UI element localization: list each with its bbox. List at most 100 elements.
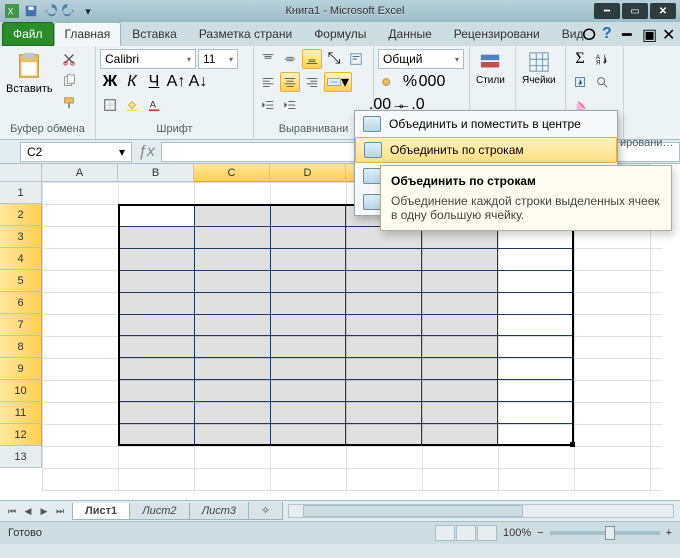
tab-review[interactable]: Рецензировани xyxy=(443,22,551,46)
paste-label: Вставить xyxy=(6,83,53,95)
save-icon[interactable] xyxy=(23,3,39,19)
number-format-combo[interactable]: Общий▾ xyxy=(378,49,464,69)
fill-color-icon[interactable] xyxy=(122,95,142,115)
view-buttons[interactable] xyxy=(435,525,497,541)
sheet-tab[interactable]: Лист1 xyxy=(72,503,130,520)
increase-indent-icon[interactable] xyxy=(280,95,300,115)
sheet-tab-bar: ⏮ ◀ ▶ ⏭ Лист1 Лист2 Лист3 ✧ xyxy=(0,500,680,522)
zoom-pct[interactable]: 100% xyxy=(503,527,531,539)
merge-and-center-item[interactable]: Объединить и поместить в центре xyxy=(355,111,617,137)
tooltip: Объединить по строкам Объединение каждой… xyxy=(380,165,672,231)
active-cell[interactable] xyxy=(118,204,194,226)
font-name-combo[interactable]: Calibri▾ xyxy=(100,49,196,69)
row-header[interactable]: 11 xyxy=(0,402,42,424)
sort-filter-icon[interactable]: AЯ xyxy=(592,49,612,69)
col-header[interactable]: A xyxy=(42,164,118,182)
align-top-icon[interactable] xyxy=(258,49,278,69)
row-header[interactable]: 7 xyxy=(0,314,42,336)
qat-customize-icon[interactable]: ▾ xyxy=(80,3,96,19)
col-header[interactable]: D xyxy=(270,164,346,182)
row-header[interactable]: 13 xyxy=(0,446,42,468)
minimize-ribbon-icon[interactable]: ⵔ xyxy=(582,25,596,39)
row-header[interactable]: 4 xyxy=(0,248,42,270)
decrease-indent-icon[interactable] xyxy=(258,95,278,115)
merge-across-icon xyxy=(364,142,382,158)
ribbon-tabs: Файл Главная Вставка Разметка страни Фор… xyxy=(0,22,680,46)
normal-view-icon xyxy=(435,525,455,541)
row-header[interactable]: 2 xyxy=(0,204,42,226)
sheet-tab[interactable]: Лист2 xyxy=(129,503,189,520)
select-all-triangle[interactable] xyxy=(0,164,42,182)
group-alignment-label: Выравнивани xyxy=(258,123,369,139)
align-bottom-icon[interactable] xyxy=(302,49,322,69)
font-color-icon[interactable]: A xyxy=(144,95,164,115)
svg-text:Я: Я xyxy=(596,59,600,66)
window-buttons: ━ ▭ ✕ xyxy=(594,3,676,19)
zoom-in-icon[interactable]: + xyxy=(666,527,672,539)
grow-font-icon[interactable]: A↑ xyxy=(166,72,186,92)
merge-across-item[interactable]: Объединить по строкам xyxy=(355,137,617,163)
font-size-combo[interactable]: 11▾ xyxy=(198,49,238,69)
child-minimize-icon[interactable]: ━ xyxy=(622,25,636,39)
group-font: Calibri▾ 11▾ Ж К Ч A↑ A↓ A Шрифт xyxy=(96,46,254,139)
tab-insert[interactable]: Вставка xyxy=(121,22,188,46)
shrink-font-icon[interactable]: A↓ xyxy=(188,72,208,92)
row-header[interactable]: 5 xyxy=(0,270,42,292)
format-painter-icon[interactable] xyxy=(59,93,79,113)
horizontal-scrollbar[interactable] xyxy=(288,504,674,518)
sheet-tab[interactable]: Лист3 xyxy=(189,503,249,520)
tab-home[interactable]: Главная xyxy=(54,22,122,46)
col-header[interactable]: C xyxy=(194,164,270,182)
find-select-icon[interactable] xyxy=(592,72,612,92)
child-restore-icon[interactable]: ▣ xyxy=(642,25,656,39)
align-left-icon[interactable] xyxy=(258,72,278,92)
fx-button[interactable]: ƒx xyxy=(138,143,155,161)
group-clipboard: Вставить Буфер обмена xyxy=(0,46,96,139)
italic-button[interactable]: К xyxy=(122,72,142,92)
row-header[interactable]: 3 xyxy=(0,226,42,248)
merge-center-button[interactable]: ▾ xyxy=(324,72,352,92)
child-close-icon[interactable]: ✕ xyxy=(662,25,676,39)
row-header[interactable]: 9 xyxy=(0,358,42,380)
percent-icon[interactable]: % xyxy=(400,72,420,92)
orientation-icon[interactable]: ⤡ xyxy=(324,49,344,69)
close-button[interactable]: ✕ xyxy=(650,3,676,19)
cut-icon[interactable] xyxy=(59,49,79,69)
fill-icon[interactable] xyxy=(570,72,590,92)
comma-style-icon[interactable]: 000 xyxy=(422,72,442,92)
paste-button[interactable]: Вставить xyxy=(4,49,55,123)
undo-icon[interactable] xyxy=(42,3,58,19)
tab-file[interactable]: Файл xyxy=(2,22,54,46)
row-header[interactable]: 10 xyxy=(0,380,42,402)
row-header[interactable]: 8 xyxy=(0,336,42,358)
row-header[interactable]: 6 xyxy=(0,292,42,314)
tab-data[interactable]: Данные xyxy=(377,22,442,46)
autosum-icon[interactable]: Σ xyxy=(570,49,590,69)
redo-icon[interactable] xyxy=(61,3,77,19)
bold-button[interactable]: Ж xyxy=(100,72,120,92)
excel-app-icon[interactable]: X xyxy=(4,3,20,19)
copy-icon[interactable] xyxy=(59,71,79,91)
align-center-icon[interactable] xyxy=(280,72,300,92)
tab-page-layout[interactable]: Разметка страни xyxy=(188,22,303,46)
zoom-out-icon[interactable]: − xyxy=(537,527,543,539)
zoom-slider[interactable] xyxy=(550,531,660,535)
minimize-button[interactable]: ━ xyxy=(594,3,620,19)
col-header[interactable]: B xyxy=(118,164,194,182)
quick-access-toolbar: X ▾ xyxy=(4,3,96,19)
underline-button[interactable]: Ч xyxy=(144,72,164,92)
accounting-format-icon[interactable] xyxy=(378,72,398,92)
align-middle-icon[interactable] xyxy=(280,49,300,69)
row-header[interactable]: 1 xyxy=(0,182,42,204)
help-icon[interactable]: ? xyxy=(602,25,616,39)
new-sheet-button[interactable]: ✧ xyxy=(248,502,283,520)
tab-formulas[interactable]: Формулы xyxy=(303,22,377,46)
maximize-button[interactable]: ▭ xyxy=(622,3,648,19)
name-box[interactable]: C2▾ xyxy=(20,142,132,162)
borders-icon[interactable] xyxy=(100,95,120,115)
align-right-icon[interactable] xyxy=(302,72,322,92)
sheet-nav-buttons[interactable]: ⏮ ◀ ▶ ⏭ xyxy=(4,506,68,517)
wrap-text-icon[interactable] xyxy=(346,49,366,69)
group-clipboard-label: Буфер обмена xyxy=(4,123,91,139)
row-header[interactable]: 12 xyxy=(0,424,42,446)
